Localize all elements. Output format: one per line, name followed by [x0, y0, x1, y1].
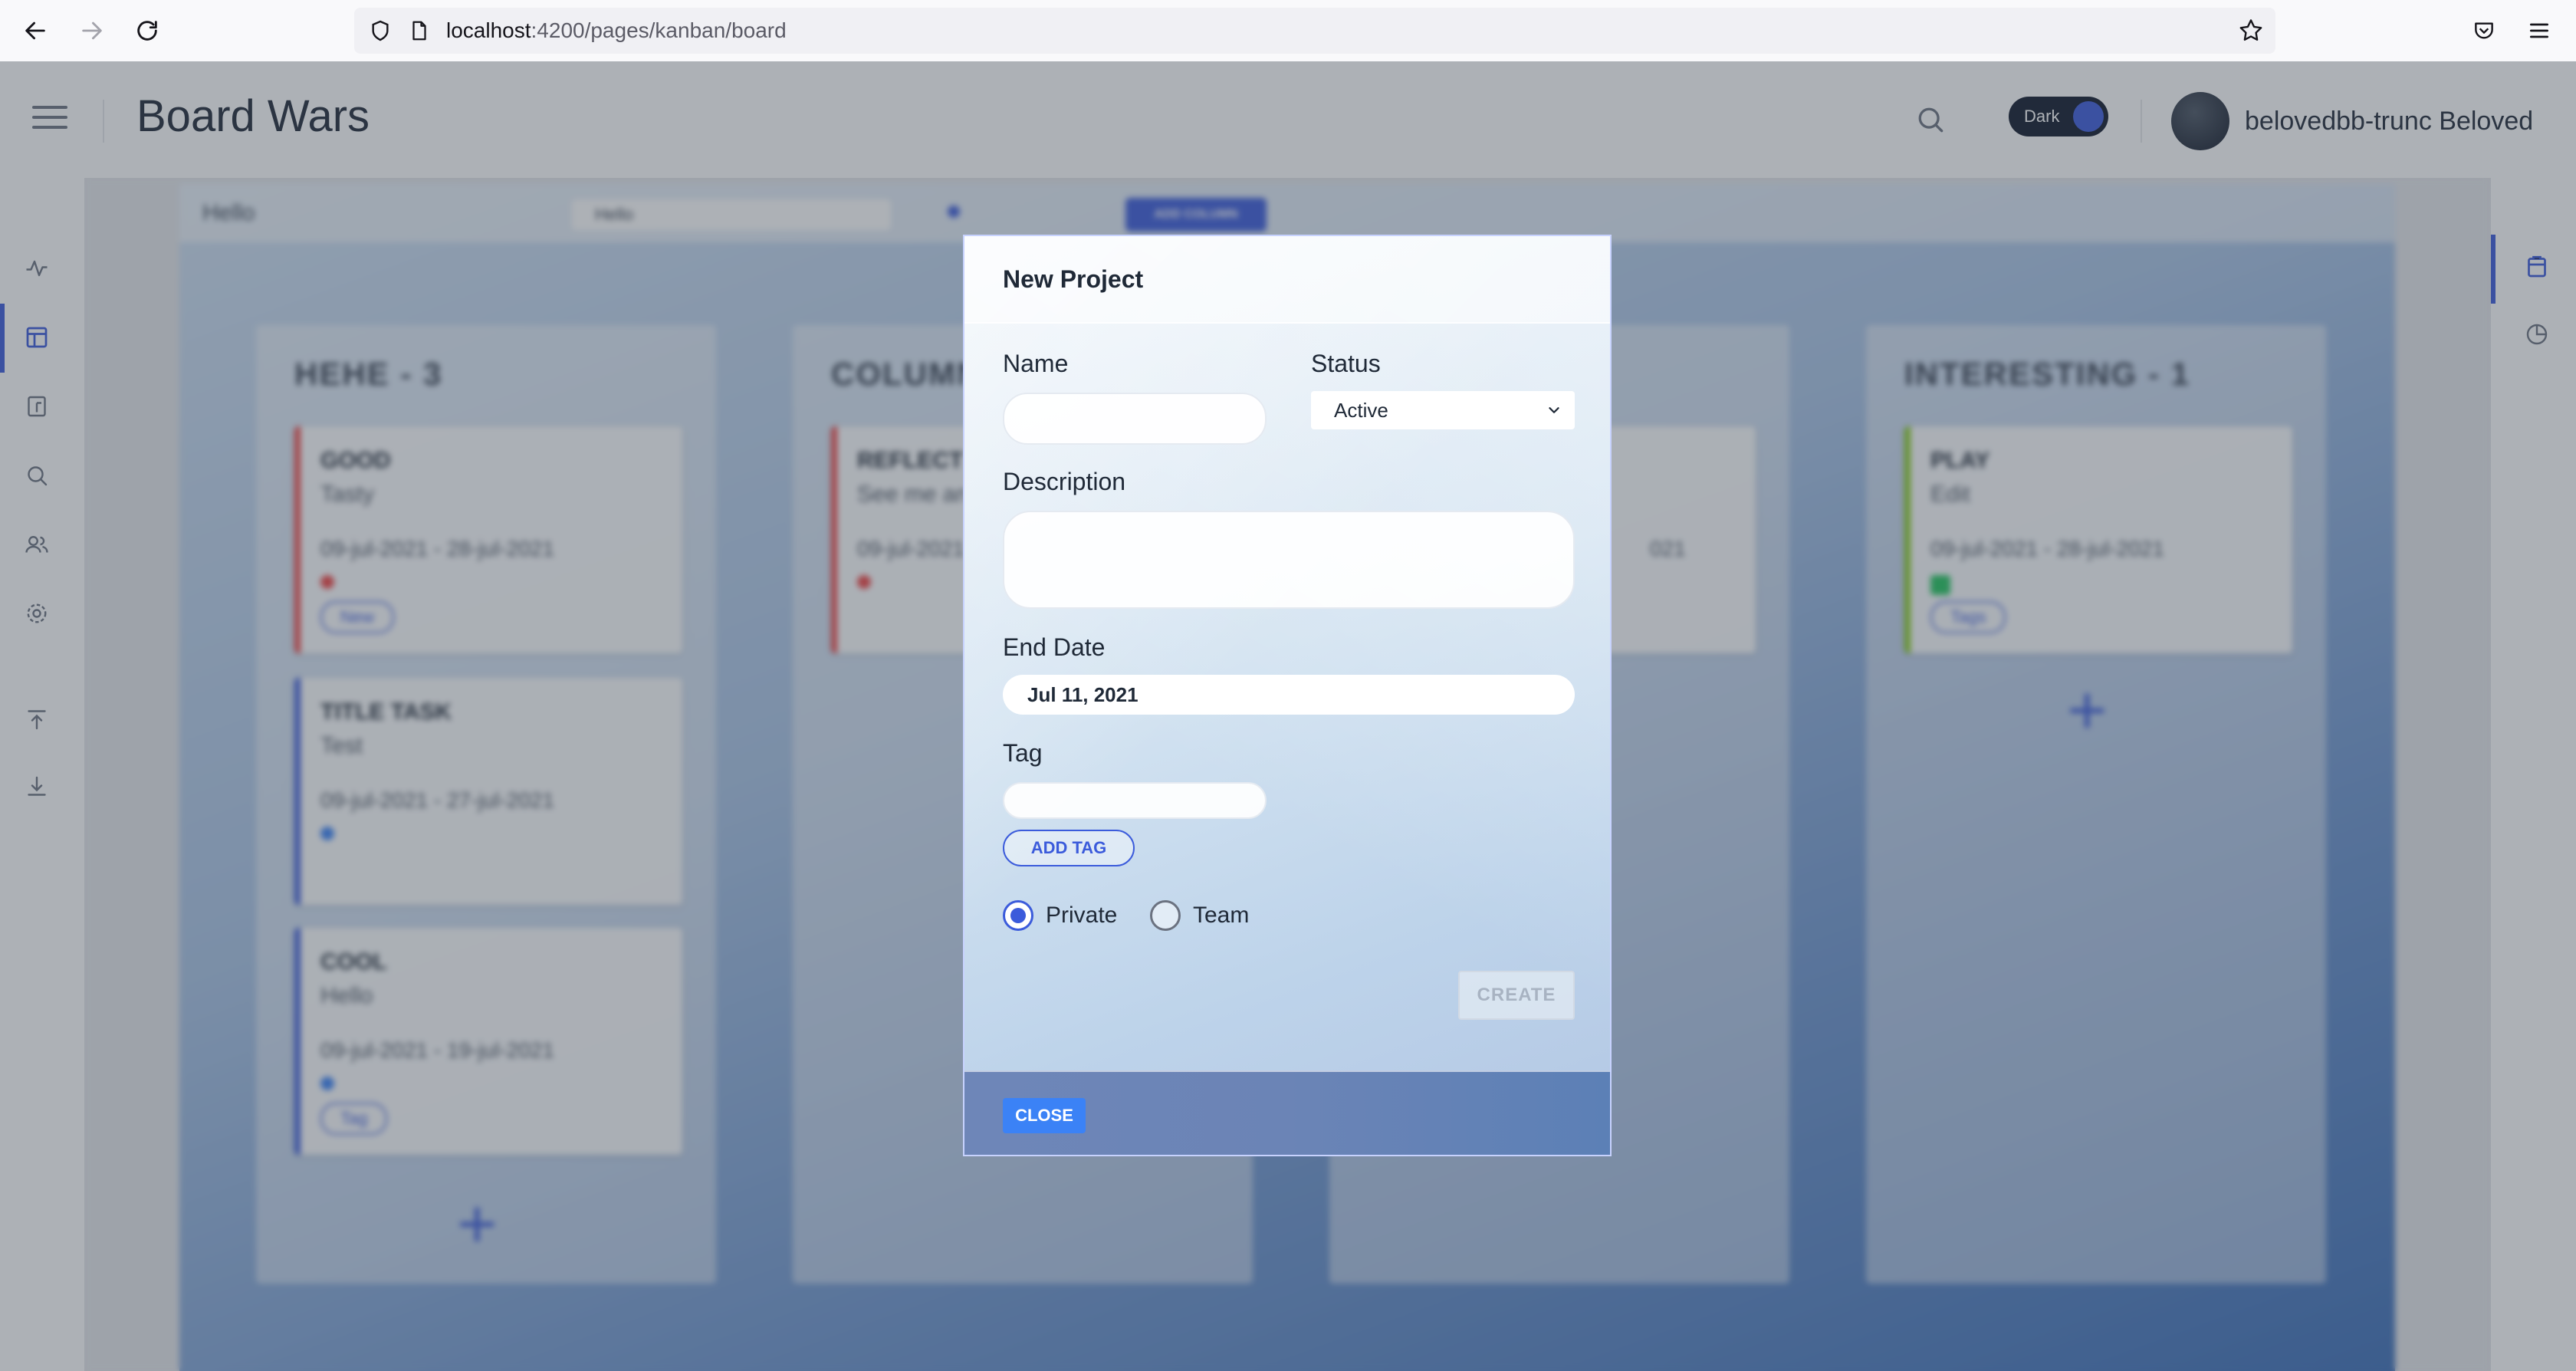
new-project-dialog: New Project Name Status Active Descripti… [963, 235, 1612, 1156]
name-input[interactable] [1003, 393, 1267, 445]
close-button[interactable]: CLOSE [1003, 1098, 1086, 1133]
menu-icon [2530, 23, 2548, 38]
chevron-down-icon [1549, 407, 1559, 413]
end-date-value: Jul 11, 2021 [1027, 683, 1138, 706]
add-tag-button[interactable]: ADD TAG [1003, 830, 1135, 866]
reload-icon [137, 21, 157, 41]
pocket-icon [2475, 22, 2493, 39]
url-host: localhost [446, 18, 531, 42]
arrow-left-icon [25, 21, 45, 40]
name-label: Name [1003, 350, 1069, 377]
browser-toolbar: localhost:4200/pages/kanban/board [0, 0, 2576, 62]
reload-button[interactable] [129, 12, 166, 49]
description-label: Description [1003, 468, 1126, 495]
page-icon [412, 21, 426, 41]
status-select[interactable]: Active [1311, 391, 1575, 429]
forward-button[interactable] [74, 12, 110, 49]
tag-label: Tag [1003, 739, 1043, 767]
address-bar[interactable]: localhost:4200/pages/kanban/board [354, 8, 2275, 54]
bookmark-star-icon[interactable] [2237, 17, 2265, 44]
modal-title: New Project [1003, 265, 1144, 293]
back-button[interactable] [17, 12, 54, 49]
create-button[interactable]: CREATE [1458, 971, 1575, 1020]
pocket-button[interactable] [2466, 12, 2502, 49]
description-textarea[interactable] [1003, 511, 1575, 609]
modal-footer: CLOSE [964, 1070, 1610, 1155]
shield-icon [372, 20, 389, 41]
status-value: Active [1334, 399, 1388, 422]
private-radio-label[interactable]: Private [1046, 900, 1117, 931]
modal-header: New Project [964, 236, 1610, 324]
tag-input[interactable] [1003, 782, 1267, 819]
url-path: :4200/pages/kanban/board [531, 18, 787, 42]
url-text: localhost:4200/pages/kanban/board [446, 8, 787, 54]
private-radio[interactable] [1003, 900, 1033, 931]
end-date-input[interactable]: Jul 11, 2021 [1003, 675, 1575, 715]
team-radio-label[interactable]: Team [1193, 900, 1249, 931]
team-radio[interactable] [1150, 900, 1181, 931]
end-date-label: End Date [1003, 633, 1106, 661]
menu-button[interactable] [2521, 12, 2558, 49]
arrow-right-icon [82, 21, 102, 40]
status-label: Status [1311, 350, 1381, 377]
